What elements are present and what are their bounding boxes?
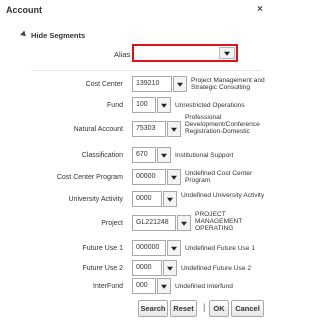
future-use-2-input[interactable]: 0000 xyxy=(132,260,162,276)
dialog-header: Account × xyxy=(0,0,271,20)
classification-label: Classification xyxy=(81,152,123,159)
chevron-down-icon xyxy=(167,266,173,271)
project-input[interactable]: GL221248 xyxy=(132,215,176,231)
chevron-down-icon xyxy=(171,246,177,251)
interfund-label: InterFund xyxy=(93,283,123,290)
close-icon[interactable]: × xyxy=(257,4,263,15)
cost-center-program-label: Cost Center Program xyxy=(56,174,123,181)
chevron-down-icon xyxy=(167,197,173,202)
search-button[interactable]: Search xyxy=(138,300,168,317)
cost-center-program-input[interactable]: 00000 xyxy=(132,169,166,185)
chevron-down-icon xyxy=(161,284,167,289)
university-activity-dropdown-button[interactable] xyxy=(163,191,177,207)
university-activity-label: University Activity xyxy=(68,196,123,203)
university-activity-input[interactable]: 0000 xyxy=(132,191,162,207)
fund-input[interactable]: 100 xyxy=(132,97,156,113)
dialog-title: Account xyxy=(6,5,42,15)
natural-account-description: Professional Development/Conference Regi… xyxy=(185,114,260,136)
hide-segments-toggle[interactable]: Hide Segments xyxy=(20,30,86,40)
interfund-description: Undefined Interfund xyxy=(175,283,233,290)
future-use-2-label: Future Use 2 xyxy=(82,265,123,272)
cancel-button[interactable]: Cancel xyxy=(231,300,264,317)
cost-center-input[interactable]: 139210 xyxy=(132,76,172,92)
fund-dropdown-button[interactable] xyxy=(157,97,171,113)
future-use-1-label: Future Use 1 xyxy=(82,245,123,252)
project-description: PROJECT MANAGEMENT OPERATING xyxy=(195,211,243,233)
future-use-1-input[interactable]: 000000 xyxy=(132,240,166,256)
future-use-1-description: Undefined Future Use 1 xyxy=(185,245,256,252)
reset-button[interactable]: Reset xyxy=(170,300,197,317)
cost-center-dropdown-button[interactable] xyxy=(173,76,187,92)
classification-input[interactable]: 670 xyxy=(132,147,156,163)
ok-button[interactable]: OK xyxy=(209,300,229,317)
fund-label: Fund xyxy=(107,102,123,109)
natural-account-label: Natural Account xyxy=(73,126,123,133)
chevron-down-icon xyxy=(171,175,177,180)
alias-label: Alias xyxy=(114,50,131,59)
alias-select[interactable] xyxy=(132,44,238,62)
natural-account-dropdown-button[interactable] xyxy=(167,121,181,137)
chevron-down-icon xyxy=(181,221,187,226)
cost-center-label: Cost Center xyxy=(85,81,123,88)
project-dropdown-button[interactable] xyxy=(177,215,191,231)
classification-dropdown-button[interactable] xyxy=(157,147,171,163)
button-separator: | xyxy=(203,302,206,312)
alias-dropdown-button[interactable] xyxy=(219,47,235,59)
chevron-down-icon xyxy=(171,127,177,132)
cost-center-program-dropdown-button[interactable] xyxy=(167,169,181,185)
expand-triangle-icon xyxy=(20,30,28,39)
future-use-2-description: Undefined Future Use 2 xyxy=(181,265,252,272)
natural-account-input[interactable]: 75303 xyxy=(132,121,166,137)
divider xyxy=(31,70,262,71)
cost-center-program-description: Undefined Cost Center Program xyxy=(185,170,253,185)
chevron-down-icon xyxy=(224,51,230,56)
future-use-1-dropdown-button[interactable] xyxy=(167,240,181,256)
interfund-input[interactable]: 000 xyxy=(132,278,156,294)
chevron-down-icon xyxy=(177,82,183,87)
chevron-down-icon xyxy=(161,153,167,158)
fund-description: Unrestricted Operations xyxy=(175,102,245,109)
project-label: Project xyxy=(101,220,123,227)
chevron-down-icon xyxy=(161,103,167,108)
cost-center-description: Project Management and Strategic Consult… xyxy=(191,77,265,92)
hide-segments-label: Hide Segments xyxy=(31,31,86,40)
classification-description: Institutional Support xyxy=(175,152,234,159)
interfund-dropdown-button[interactable] xyxy=(157,278,171,294)
future-use-2-dropdown-button[interactable] xyxy=(163,260,177,276)
university-activity-description: Undefined University Activity xyxy=(181,192,265,199)
